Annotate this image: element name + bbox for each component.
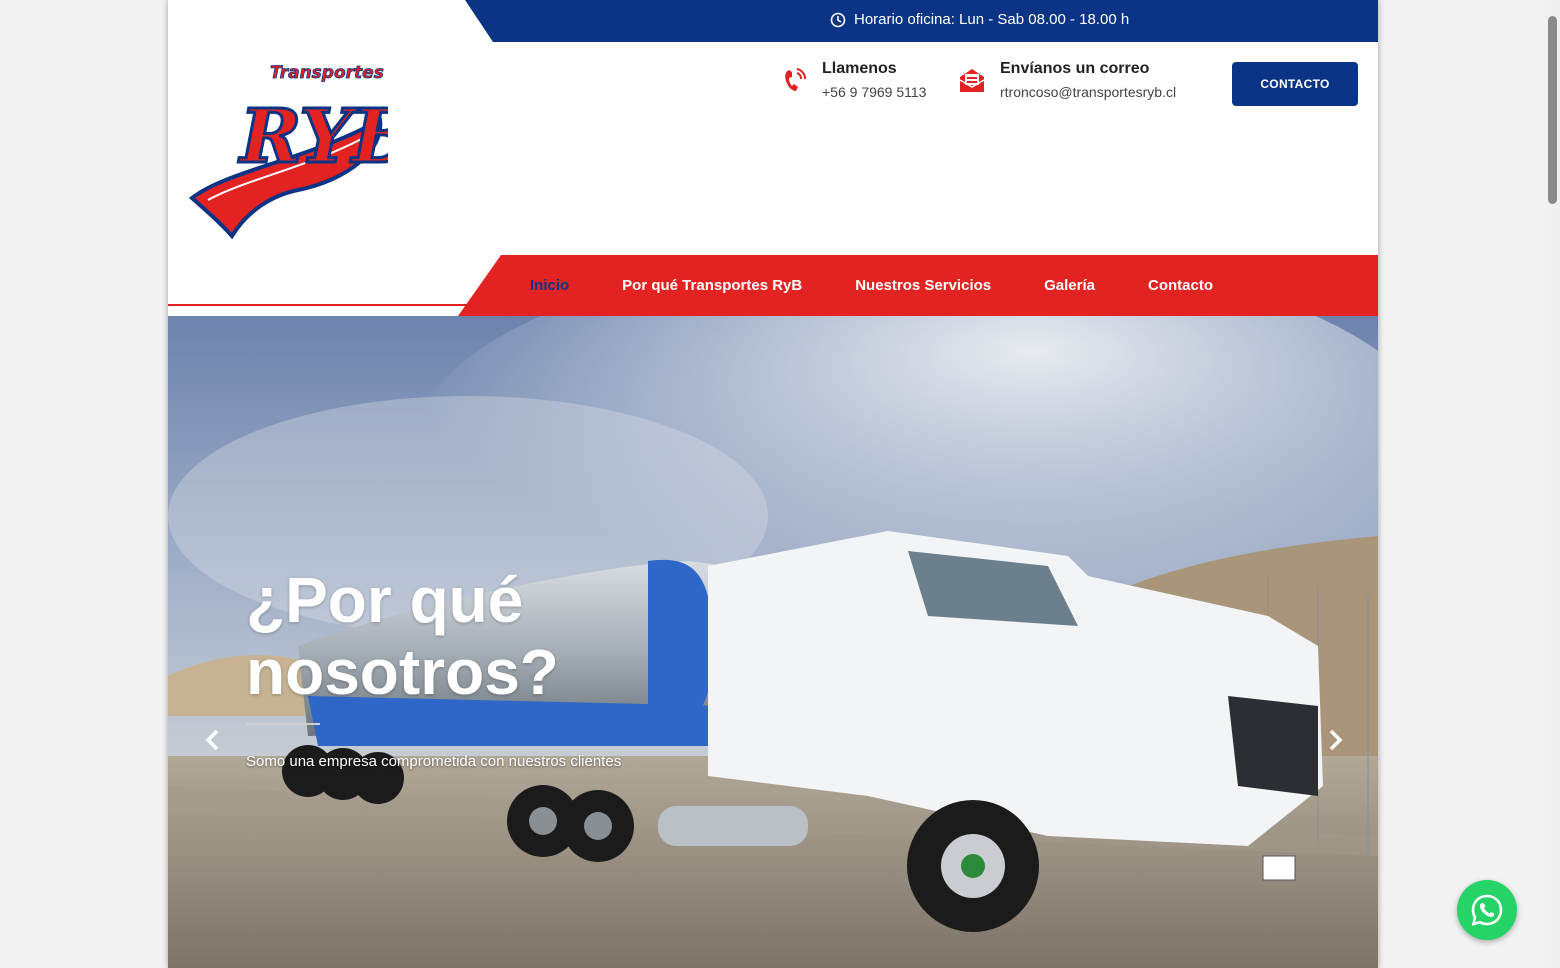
office-hours-text: Horario oficina: Lun - Sab 08.00 - 18.00… [854,11,1130,28]
nav-item-contacto[interactable]: Contacto [1148,277,1213,294]
phone-contact[interactable]: Llamenos +56 9 7969 5113 [780,60,926,100]
phone-icon [785,68,806,91]
phone-number: +56 9 7969 5113 [822,84,927,100]
scrollbar-thumb[interactable] [1548,16,1557,204]
nav-underline [168,304,508,306]
page-container: Horario oficina: Lun - Sab 08.00 - 18.00… [168,0,1378,968]
main-navigation: Inicio Por qué Transportes RyB Nuestros … [458,255,1378,316]
hero-divider [246,723,320,725]
email-title: Envíanos un correo [1000,60,1150,77]
whatsapp-icon [1471,894,1503,926]
nav-item-inicio[interactable]: Inicio [530,277,569,294]
hero-subtitle: Somo una empresa comprometida con nuestr… [246,753,622,770]
contact-button[interactable]: CONTACTO [1232,62,1358,106]
mail-icon [959,69,985,92]
hero-title: ¿Por qué nosotros? [246,564,559,708]
nav-item-galeria[interactable]: Galería [1044,277,1095,294]
email-contact[interactable]: Envíanos un correo rtroncoso@transportes… [958,60,1176,100]
nav-item-por-que[interactable]: Por qué Transportes RyB [622,277,802,294]
phone-title: Llamenos [822,60,897,77]
hero-slider: ¿Por qué nosotros? Somo una empresa comp… [168,316,1378,968]
logo-main-text: RYB [238,94,388,180]
email-address: rtroncoso@transportesryb.cl [1000,84,1177,100]
slider-next-arrow-icon[interactable] [1323,728,1347,752]
whatsapp-button[interactable] [1457,880,1517,940]
clock-icon [830,12,846,27]
logo-top-text: Transportes [270,63,384,83]
slider-prev-arrow-icon[interactable] [201,728,225,752]
nav-item-servicios[interactable]: Nuestros Servicios [855,277,991,294]
top-bar: Horario oficina: Lun - Sab 08.00 - 18.00… [465,0,1378,42]
company-logo[interactable]: RYB Transportes [188,50,388,240]
